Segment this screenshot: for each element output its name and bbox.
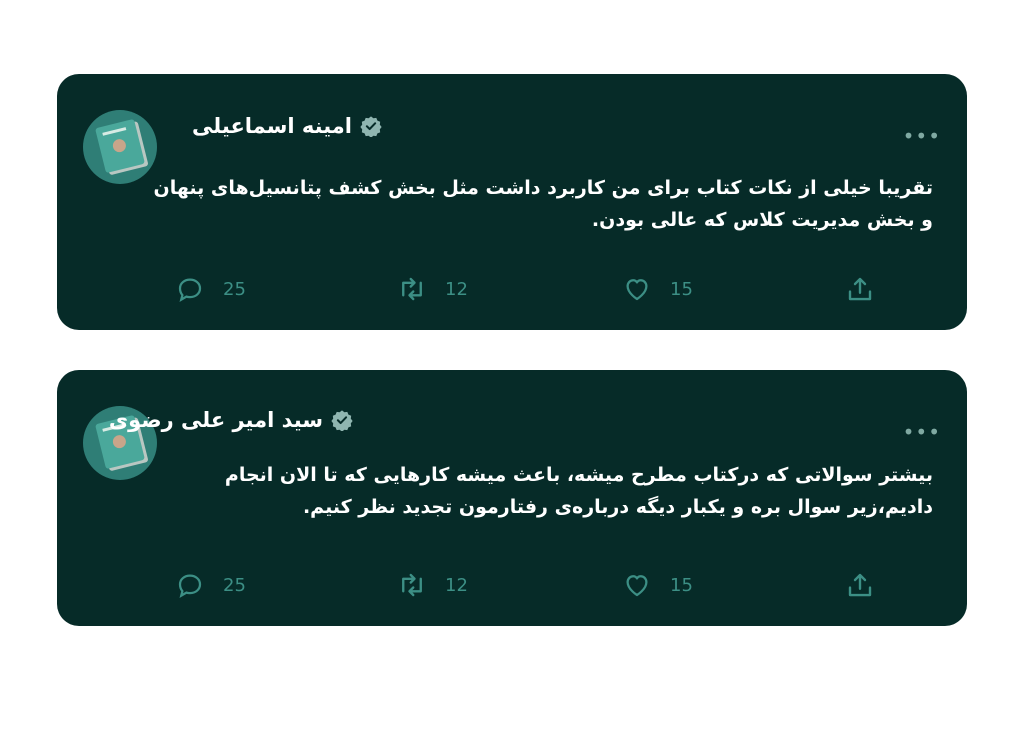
heart-icon bbox=[626, 279, 648, 301]
retweet-icon bbox=[402, 573, 422, 597]
reply-count: 25 bbox=[223, 574, 246, 596]
heart-icon bbox=[626, 575, 648, 597]
post-actions: 25 12 15 bbox=[57, 274, 967, 302]
retweet-count: 12 bbox=[445, 574, 468, 596]
author-name[interactable]: امینه اسماعیلی bbox=[192, 114, 352, 138]
reply-button[interactable]: 25 bbox=[175, 570, 246, 600]
retweet-icon bbox=[402, 277, 422, 301]
book-cover-image bbox=[95, 118, 145, 174]
more-icon[interactable]: ••• bbox=[903, 126, 941, 146]
like-button[interactable]: 15 bbox=[622, 274, 693, 304]
like-count: 15 bbox=[670, 574, 693, 596]
like-button[interactable]: 15 bbox=[622, 570, 693, 600]
like-count: 15 bbox=[670, 278, 693, 300]
share-button[interactable] bbox=[845, 274, 875, 304]
share-icon bbox=[848, 277, 872, 301]
verified-badge-icon bbox=[360, 116, 382, 137]
post-card[interactable]: سید امیر علی رضوی ••• بیشتر سوالاتی که د… bbox=[57, 370, 967, 626]
verified-badge-icon bbox=[331, 410, 353, 431]
avatar[interactable] bbox=[83, 110, 157, 184]
reply-count: 25 bbox=[223, 278, 246, 300]
more-icon[interactable]: ••• bbox=[903, 422, 941, 442]
reply-button[interactable]: 25 bbox=[175, 274, 246, 304]
retweet-button[interactable]: 12 bbox=[397, 274, 468, 304]
reply-icon bbox=[178, 278, 202, 302]
retweet-count: 12 bbox=[445, 278, 468, 300]
share-icon bbox=[848, 573, 872, 597]
post-actions: 25 12 15 bbox=[57, 570, 967, 598]
post-header: سید امیر علی رضوی bbox=[109, 408, 353, 432]
reply-icon bbox=[178, 574, 202, 598]
share-button[interactable] bbox=[845, 570, 875, 600]
post-card[interactable]: امینه اسماعیلی ••• تقریبا خیلی از نکات ک… bbox=[57, 74, 967, 330]
post-text: تقریبا خیلی از نکات کتاب برای من کاربرد … bbox=[153, 177, 933, 231]
author-name[interactable]: سید امیر علی رضوی bbox=[109, 408, 323, 432]
post-text: بیشتر سوالاتی که درکتاب مطرح میشه، باعث … bbox=[224, 464, 933, 518]
retweet-button[interactable]: 12 bbox=[397, 570, 468, 600]
post-header: امینه اسماعیلی bbox=[192, 114, 382, 138]
